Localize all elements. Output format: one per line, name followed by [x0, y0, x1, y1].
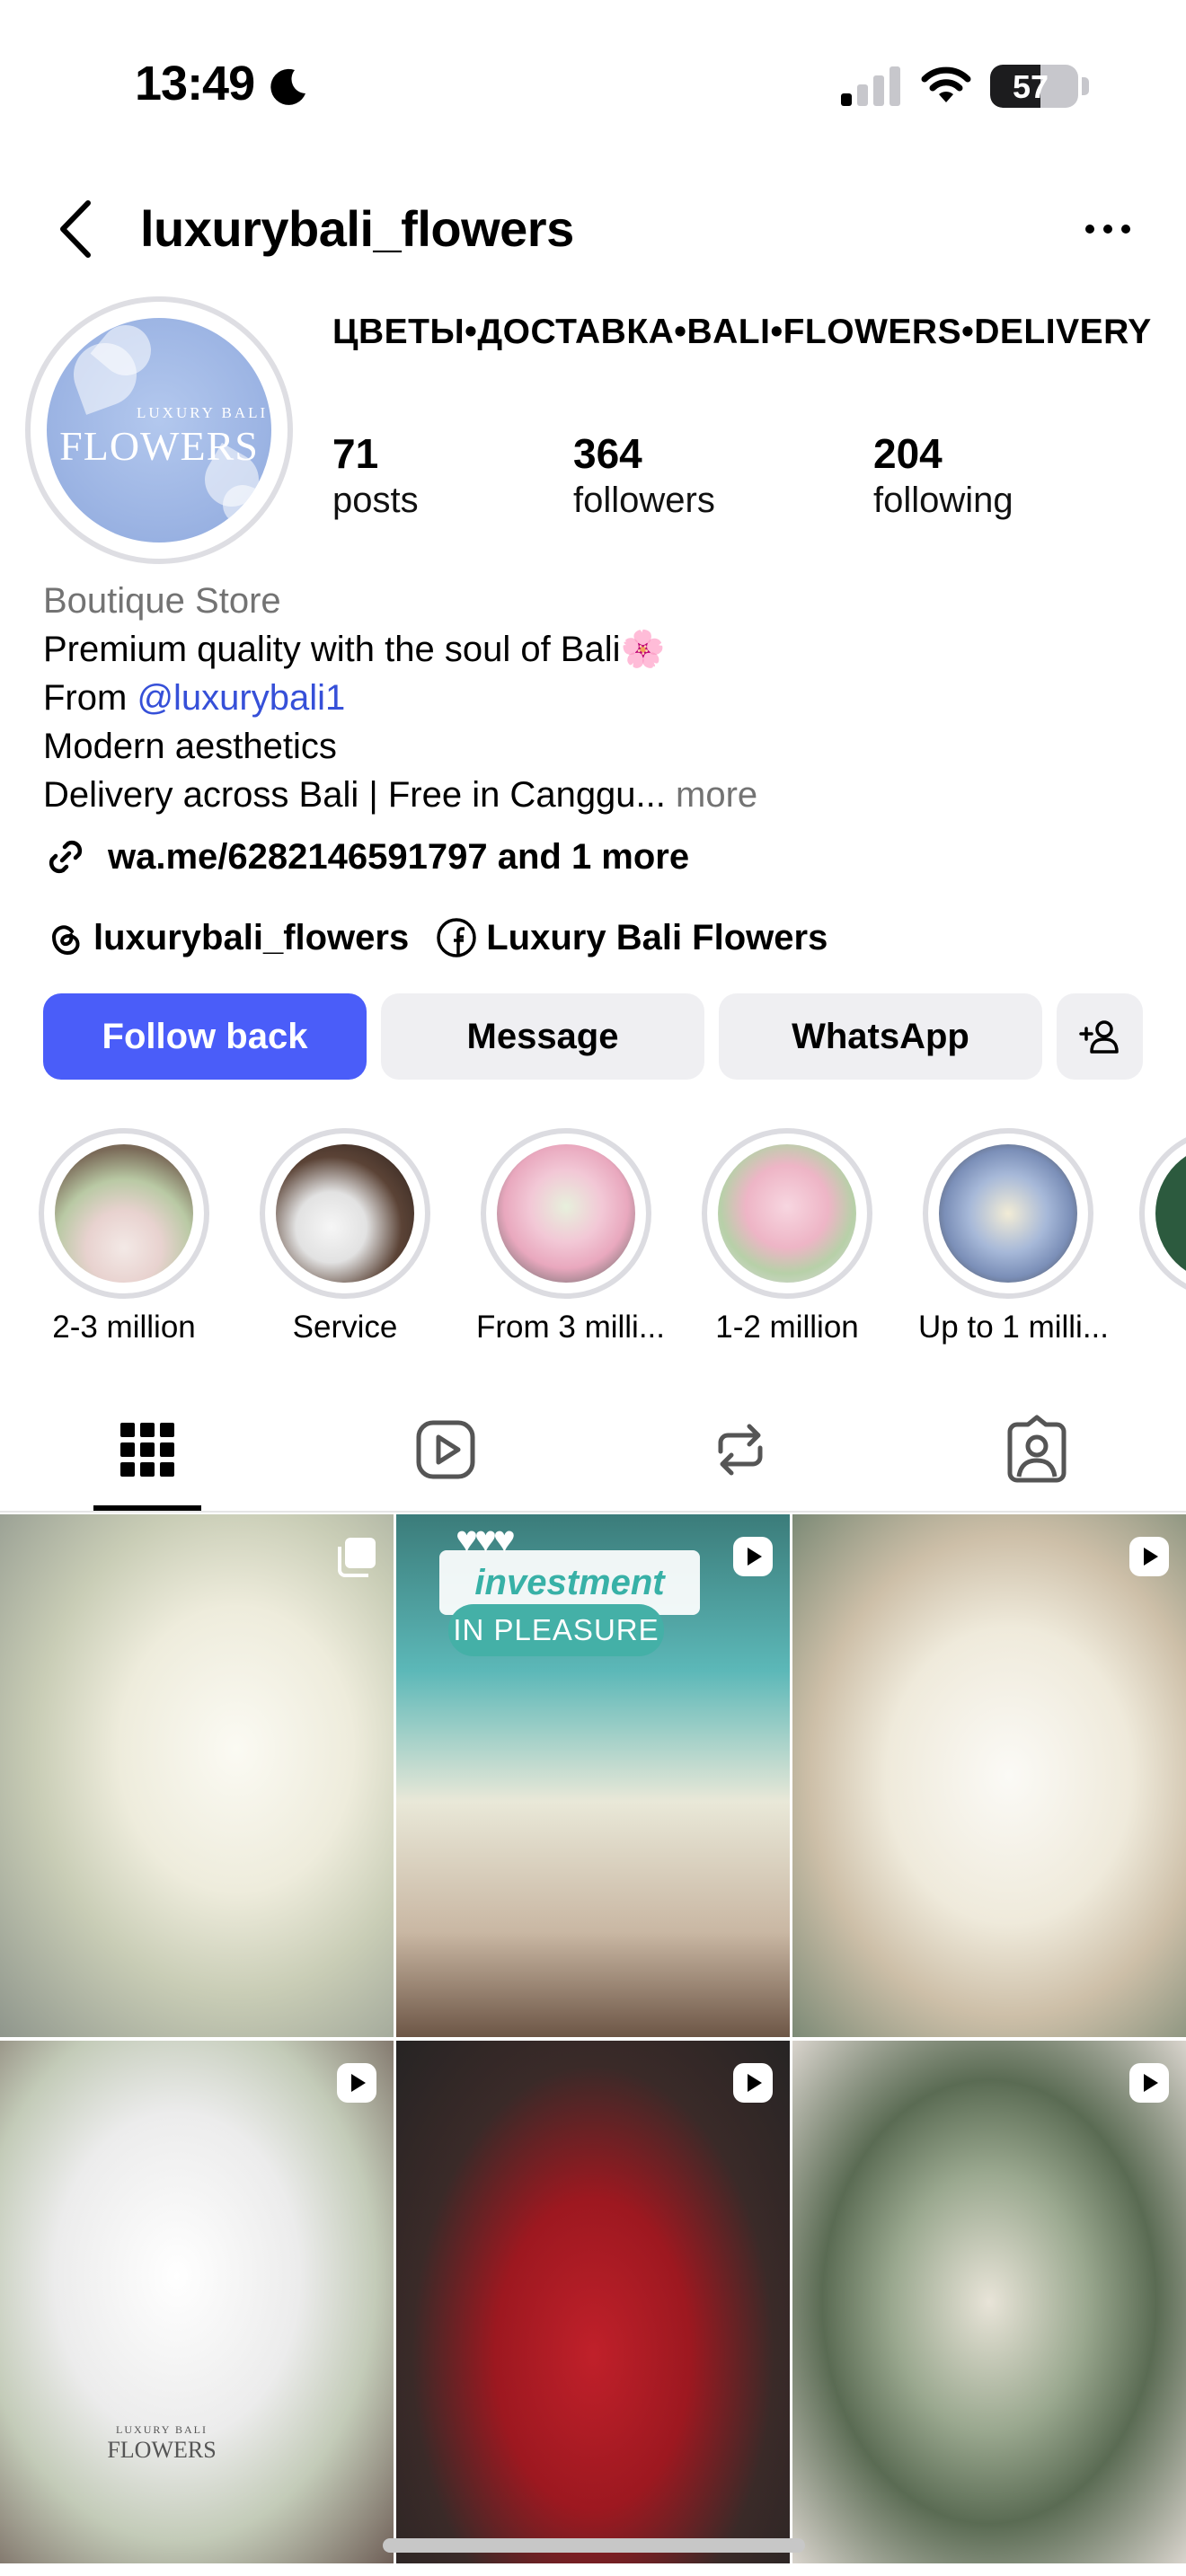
highlight-cover — [276, 1144, 414, 1283]
message-button[interactable]: Message — [381, 993, 704, 1080]
status-bar: 13:49 57 — [0, 0, 1186, 171]
bio-line: Premium quality with the soul of Bali🌸 — [43, 630, 666, 669]
followers-count: 364 — [573, 430, 642, 477]
reel-icon — [1129, 1537, 1169, 1576]
bio-line: From @luxurybali1 — [43, 674, 1157, 722]
social-links: luxurybali_flowers Luxury Bali Flowers — [43, 913, 828, 963]
reels-icon[interactable] — [410, 1414, 482, 1486]
grid-post[interactable]: ♥♥♥ investment IN PLEASURE — [396, 1514, 790, 2037]
battery-icon: 57 — [990, 65, 1078, 108]
bio-line: Delivery across Bali | Free in Canggu...… — [43, 771, 1157, 819]
post-brand-small: LUXURY BALI — [116, 2423, 208, 2436]
category-label: Boutique Store — [43, 581, 281, 621]
profile-name: ЦВЕТЫ•ДОСТАВКА•BALI•FLOWERS•DELIVERY — [332, 313, 1152, 351]
chevron-left-icon[interactable] — [50, 198, 101, 260]
username-title: luxurybali_flowers — [140, 200, 574, 257]
highlight-label: Service — [292, 1310, 398, 1345]
highlight-item[interactable]: Service — [255, 1128, 435, 1345]
grid-post[interactable]: LUXURY BALI FLOWERS — [0, 2041, 394, 2563]
home-indicator — [383, 2538, 805, 2553]
bio-from: From — [43, 678, 137, 718]
facebook-icon — [437, 918, 476, 957]
highlight-cover — [718, 1144, 856, 1283]
profile-header: luxurybali_flowers — [0, 180, 1186, 278]
carousel-icon — [338, 1538, 376, 1577]
status-time: 13:49 — [135, 57, 255, 110]
grid-icon[interactable] — [111, 1414, 183, 1486]
grid-post[interactable] — [396, 2041, 790, 2563]
reposts-icon[interactable] — [704, 1414, 776, 1486]
avatar-image: LUXURY BALI FLOWERS — [47, 318, 271, 543]
posts-label: posts — [332, 481, 419, 520]
ellipsis-icon[interactable] — [1084, 216, 1132, 243]
posts-count: 71 — [332, 430, 379, 477]
following-stat[interactable]: 204 following — [873, 429, 1013, 523]
followers-label: followers — [573, 481, 715, 520]
wifi-icon — [921, 66, 971, 102]
highlight-item-partial[interactable] — [1139, 1128, 1186, 1299]
battery-level: 57 — [1012, 68, 1049, 105]
highlight-item[interactable]: From 3 milli... — [476, 1128, 665, 1345]
add-user-icon — [1079, 1020, 1119, 1054]
following-count: 204 — [873, 430, 943, 477]
grid-post[interactable] — [792, 1514, 1186, 2037]
avatar[interactable]: LUXURY BALI FLOWERS — [25, 296, 293, 564]
add-user-button[interactable] — [1057, 993, 1143, 1080]
avatar-brand-big: FLOWERS — [59, 423, 259, 469]
followers-stat[interactable]: 364 followers — [573, 429, 715, 523]
threads-icon — [51, 925, 80, 956]
highlight-cover — [55, 1144, 193, 1283]
reel-icon — [733, 2063, 773, 2103]
battery-cap — [1082, 77, 1089, 95]
link-text[interactable]: wa.me/6282146591797 and 1 more — [108, 837, 689, 878]
follow-back-button[interactable]: Follow back — [43, 993, 367, 1080]
external-link[interactable]: wa.me/6282146591797 and 1 more — [43, 832, 689, 882]
highlight-label: 2-3 million — [52, 1310, 196, 1345]
tabs-divider — [0, 1511, 1186, 1513]
posts-stat[interactable]: 71 posts — [332, 429, 419, 523]
reel-icon — [337, 2063, 376, 2103]
threads-link[interactable]: luxurybali_flowers — [93, 918, 409, 958]
highlight-item[interactable]: Up to 1 milli... — [918, 1128, 1109, 1345]
grid-post[interactable] — [0, 1514, 394, 2037]
highlight-item[interactable]: 1-2 million — [697, 1128, 877, 1345]
tagged-icon[interactable] — [1001, 1414, 1073, 1486]
highlight-label: 1-2 million — [715, 1310, 859, 1345]
bio-line: Modern aesthetics — [43, 727, 337, 766]
highlight-item[interactable]: 2-3 million — [34, 1128, 214, 1345]
highlight-label: From 3 milli... — [476, 1310, 665, 1345]
moon-icon — [270, 68, 305, 105]
post-subtitle-overlay: IN PLEASURE — [448, 1604, 664, 1656]
facebook-link[interactable]: Luxury Bali Flowers — [486, 918, 828, 958]
signal-icon — [841, 66, 900, 106]
profile-tabs — [0, 1401, 1186, 1513]
avatar-brand-small: LUXURY BALI — [137, 404, 269, 421]
bio-delivery: Delivery across Bali | Free in Canggu... — [43, 775, 666, 815]
highlight-cover — [939, 1144, 1077, 1283]
highlight-cover — [497, 1144, 635, 1283]
mention-link[interactable]: @luxurybali1 — [137, 678, 345, 718]
more-link[interactable]: more — [676, 775, 757, 815]
reel-icon — [733, 1537, 773, 1576]
highlight-label: Up to 1 milli... — [918, 1310, 1109, 1345]
post-brand-text: LUXURY BALI FLOWERS — [90, 2423, 234, 2464]
post-brand-big: FLOWERS — [107, 2437, 217, 2463]
reel-icon — [1129, 2063, 1169, 2103]
grid-post[interactable] — [792, 2041, 1186, 2563]
whatsapp-button[interactable]: WhatsApp — [719, 993, 1042, 1080]
following-label: following — [873, 481, 1013, 520]
bio: Boutique Store Premium quality with the … — [43, 577, 1157, 819]
link-icon — [49, 840, 83, 874]
